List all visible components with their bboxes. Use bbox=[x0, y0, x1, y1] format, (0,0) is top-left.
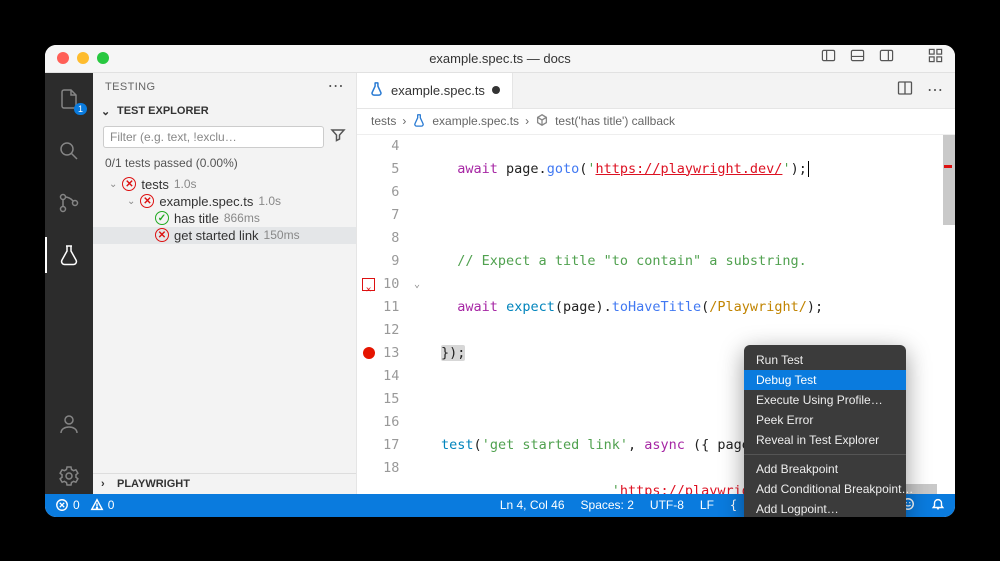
window-title: example.spec.ts — docs bbox=[45, 51, 955, 66]
fail-icon: ✕ bbox=[122, 177, 136, 191]
test-explorer-label: TEST EXPLORER bbox=[117, 105, 209, 117]
fail-icon[interactable]: ✕ bbox=[362, 278, 375, 291]
status-eol[interactable]: LF bbox=[700, 498, 714, 512]
chevron-down-icon: ⌄ bbox=[101, 105, 111, 118]
tree-label: has title bbox=[174, 211, 219, 226]
accounts-icon[interactable] bbox=[45, 406, 93, 442]
breadcrumb[interactable]: tests› example.spec.ts› test('has title'… bbox=[357, 109, 955, 135]
status-bell-icon[interactable] bbox=[931, 497, 945, 514]
modified-dot-icon bbox=[492, 86, 500, 94]
tree-test-has-title[interactable]: ✓ has title 866ms bbox=[93, 210, 356, 227]
tab-example-spec[interactable]: example.spec.ts bbox=[357, 73, 513, 108]
crumb-symbol: test('has title') callback bbox=[555, 114, 675, 128]
fail-icon: ✕ bbox=[155, 228, 169, 242]
testing-view-icon[interactable] bbox=[45, 237, 93, 273]
minimap[interactable] bbox=[937, 135, 955, 494]
settings-gear-icon[interactable] bbox=[45, 458, 93, 494]
menu-reveal-explorer[interactable]: Reveal in Test Explorer bbox=[744, 430, 906, 450]
status-spaces[interactable]: Spaces: 2 bbox=[581, 498, 634, 512]
activity-bar: 1 bbox=[45, 73, 93, 494]
search-view-icon[interactable] bbox=[45, 133, 93, 169]
status-warnings[interactable]: 0 bbox=[90, 498, 115, 512]
minimap-slider[interactable] bbox=[943, 135, 955, 225]
menu-run-test[interactable]: Run Test bbox=[744, 350, 906, 370]
tree-label: tests bbox=[141, 177, 168, 192]
chevron-down-icon: ⌄ bbox=[109, 179, 117, 190]
tab-bar: example.spec.ts ⋯ bbox=[357, 73, 955, 109]
more-actions-icon[interactable]: ⋯ bbox=[927, 80, 943, 100]
flask-icon bbox=[412, 113, 426, 130]
editor-area: example.spec.ts ⋯ tests› example.spec.ts… bbox=[357, 73, 955, 494]
duration: 1.0s bbox=[258, 194, 281, 208]
test-tree: ⌄ ✕ tests 1.0s ⌄ ✕ example.spec.ts 1.0s … bbox=[93, 174, 356, 246]
tree-label: example.spec.ts bbox=[159, 194, 253, 209]
menu-peek-error[interactable]: Peek Error bbox=[744, 410, 906, 430]
crumb-file: example.spec.ts bbox=[432, 114, 519, 128]
breakpoint-icon[interactable] bbox=[363, 347, 375, 359]
playwright-label: PLAYWRIGHT bbox=[117, 478, 190, 490]
menu-add-logpoint[interactable]: Add Logpoint… bbox=[744, 499, 906, 517]
playwright-section[interactable]: › PLAYWRIGHT bbox=[93, 474, 356, 494]
fail-icon: ✕ bbox=[140, 194, 154, 208]
flask-icon bbox=[369, 81, 384, 99]
menu-execute-profile[interactable]: Execute Using Profile… bbox=[744, 390, 906, 410]
split-editor-icon[interactable] bbox=[897, 80, 913, 101]
explorer-view-icon[interactable]: 1 bbox=[45, 81, 93, 117]
line-numbers: 456789101112131415161718 bbox=[380, 135, 409, 494]
test-explorer-header[interactable]: ⌄ TEST EXPLORER bbox=[93, 101, 356, 122]
duration: 150ms bbox=[264, 228, 300, 242]
filter-input[interactable]: Filter (e.g. text, !exclu… bbox=[103, 126, 324, 148]
chevron-down-icon: ⌄ bbox=[127, 196, 135, 207]
tree-test-get-started[interactable]: ✕ get started link 150ms bbox=[93, 227, 356, 244]
panel-title-row: TESTING ⋯ bbox=[93, 73, 356, 101]
duration: 866ms bbox=[224, 211, 260, 225]
editor-actions: ⋯ bbox=[885, 73, 955, 108]
menu-debug-test[interactable]: Debug Test bbox=[744, 370, 906, 390]
tree-file[interactable]: ⌄ ✕ example.spec.ts 1.0s bbox=[93, 193, 356, 210]
status-encoding[interactable]: UTF-8 bbox=[650, 498, 684, 512]
glyph-margin: ✕ bbox=[357, 135, 380, 494]
vscode-window: example.spec.ts — docs 1 TESTING ⋯ bbox=[45, 45, 955, 517]
tree-label: get started link bbox=[174, 228, 259, 243]
fold-chevron-icon[interactable]: ⌄ bbox=[409, 273, 424, 296]
test-summary: 0/1 tests passed (0.00%) bbox=[93, 152, 356, 174]
testing-panel: TESTING ⋯ ⌄ TEST EXPLORER Filter (e.g. t… bbox=[93, 73, 357, 494]
titlebar: example.spec.ts — docs bbox=[45, 45, 955, 73]
scm-view-icon[interactable] bbox=[45, 185, 93, 221]
duration: 1.0s bbox=[174, 177, 197, 191]
panel-more-icon[interactable]: ⋯ bbox=[328, 83, 344, 91]
menu-add-cond-breakpoint[interactable]: Add Conditional Breakpoint… bbox=[744, 479, 906, 499]
explorer-badge: 1 bbox=[74, 103, 87, 115]
menu-add-breakpoint[interactable]: Add Breakpoint bbox=[744, 459, 906, 479]
status-errors[interactable]: 0 bbox=[55, 498, 80, 512]
filter-icon[interactable] bbox=[330, 127, 346, 146]
gutter-context-menu: Run Test Debug Test Execute Using Profil… bbox=[744, 345, 906, 517]
crumb-folder: tests bbox=[371, 114, 396, 128]
tab-label: example.spec.ts bbox=[391, 83, 485, 98]
panel-title: TESTING bbox=[105, 81, 155, 93]
status-lncol[interactable]: Ln 4, Col 46 bbox=[500, 498, 565, 512]
minimap-error-marker bbox=[944, 165, 952, 168]
chevron-right-icon: › bbox=[101, 478, 111, 490]
tree-suite-tests[interactable]: ⌄ ✕ tests 1.0s bbox=[93, 176, 356, 193]
symbol-icon bbox=[535, 113, 549, 130]
fold-margin: ⌄ bbox=[409, 135, 424, 494]
pass-icon: ✓ bbox=[155, 211, 169, 225]
